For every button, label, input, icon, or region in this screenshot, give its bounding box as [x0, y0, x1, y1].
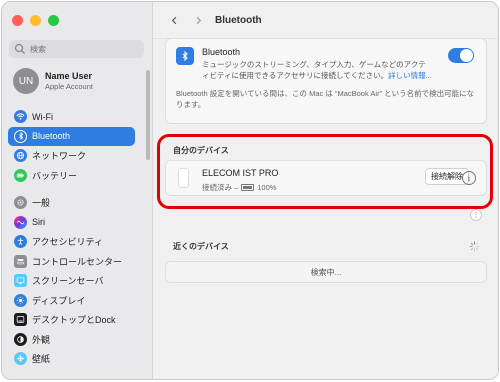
sidebar-item-label: Bluetooth — [32, 131, 71, 141]
sidebar-item-label: 外観 — [32, 334, 51, 345]
settings-window: UN Name User Apple Account Wi-Fi Bluetoo… — [1, 1, 499, 380]
main-pane: Bluetooth Bluetooth ミュージックのストリーミング、タイプ入力… — [153, 2, 498, 379]
display-icon — [14, 293, 27, 307]
sidebar-group-network: Wi-Fi Bluetooth ネットワーク バッテリー — [8, 107, 135, 185]
accessibility-icon — [14, 235, 27, 248]
account-subtitle: Apple Account — [45, 82, 93, 91]
back-button[interactable] — [165, 11, 183, 29]
bluetooth-icon — [176, 47, 194, 65]
wifi-icon — [14, 110, 27, 123]
sidebar-item-appearance[interactable]: 外観 — [8, 330, 135, 349]
search-icon — [14, 43, 25, 54]
toolbar: Bluetooth — [153, 2, 498, 39]
sidebar-item-wallpaper[interactable]: 壁紙 — [8, 349, 135, 368]
sidebar: UN Name User Apple Account Wi-Fi Bluetoo… — [2, 2, 153, 379]
zoom-button[interactable] — [48, 15, 59, 26]
sidebar-item-control-center[interactable]: コントロールセンター — [8, 252, 135, 271]
sidebar-item-desktop-dock[interactable]: デスクトップとDock — [8, 310, 135, 329]
siri-icon — [14, 215, 27, 229]
bluetooth-description: ミュージックのストリーミング、タイプ入力、ゲームなどのアクティビティに使用できる… — [202, 59, 432, 81]
avatar: UN — [13, 68, 39, 94]
sidebar-item-network[interactable]: ネットワーク — [8, 146, 135, 165]
gear-icon — [14, 196, 27, 209]
wallpaper-icon — [14, 352, 27, 365]
search-field[interactable] — [9, 40, 144, 58]
close-button[interactable] — [12, 15, 23, 26]
sidebar-item-accessibility[interactable]: アクセシビリティ — [8, 232, 135, 251]
sidebar-item-siri[interactable]: Siri — [8, 213, 135, 232]
sidebar-item-label: 一般 — [32, 198, 51, 208]
sidebar-item-label: Wi-Fi — [32, 111, 53, 122]
forward-button[interactable] — [189, 11, 207, 29]
control-center-icon — [14, 254, 27, 268]
bluetooth-card: Bluetooth ミュージックのストリーミング、タイプ入力、ゲームなどのアクテ… — [165, 38, 487, 124]
globe-icon — [14, 149, 27, 162]
battery-icon — [14, 168, 27, 182]
discoverable-note: Bluetooth 設定を開いている間は、この Mac は “MacBook A… — [176, 89, 475, 109]
page-title: Bluetooth — [215, 14, 262, 26]
highlight-annotation — [157, 134, 493, 209]
sidebar-item-screensaver[interactable]: スクリーンセーバ — [8, 271, 135, 290]
bluetooth-toggle[interactable] — [448, 48, 474, 63]
sidebar-item-label: 壁紙 — [32, 354, 51, 364]
spinner-icon — [469, 241, 480, 252]
sidebar-item-label: デスクトップとDock — [32, 315, 116, 325]
minimize-button[interactable] — [30, 15, 41, 26]
sidebar-item-display[interactable]: ディスプレイ — [8, 291, 135, 310]
toggle-knob — [460, 49, 473, 62]
appearance-icon — [14, 332, 27, 346]
sidebar-item-label: ネットワーク — [32, 151, 87, 161]
sidebar-item-label: コントロールセンター — [32, 256, 123, 267]
dock-icon — [14, 313, 27, 326]
more-button[interactable]: ⋮ — [470, 209, 482, 221]
sidebar-scrollbar[interactable] — [146, 70, 150, 160]
sidebar-item-label: Siri — [32, 217, 45, 227]
sidebar-item-label: アクセシビリティ — [32, 237, 104, 247]
bluetooth-icon — [14, 129, 27, 143]
more-info-link[interactable]: 詳しい情報... — [388, 71, 432, 80]
sidebar-item-battery[interactable]: バッテリー — [8, 166, 135, 185]
sidebar-item-wifi[interactable]: Wi-Fi — [8, 107, 135, 126]
search-input[interactable] — [30, 44, 130, 54]
sidebar-item-general[interactable]: 一般 — [8, 193, 135, 212]
window-controls — [12, 15, 59, 26]
bluetooth-title: Bluetooth — [202, 47, 241, 57]
nearby-devices-title: 近くのデバイス — [173, 242, 229, 251]
sidebar-item-label: スクリーンセーバ — [32, 276, 104, 286]
account-name: Name User — [45, 71, 93, 81]
chevron-right-icon — [196, 16, 201, 24]
sidebar-group-system: 一般 Siri アクセシビリティ コントロールセンター スクリーンセーバ ディス… — [8, 193, 135, 369]
sidebar-item-label: ディスプレイ — [32, 295, 86, 306]
account-row[interactable]: UN Name User Apple Account — [13, 68, 93, 94]
sidebar-item-bluetooth[interactable]: Bluetooth — [8, 126, 135, 146]
chevron-left-icon — [171, 16, 176, 24]
sidebar-item-label: バッテリー — [32, 170, 78, 181]
screensaver-icon — [14, 274, 27, 287]
nearby-search-status: 検索中... — [165, 261, 487, 283]
